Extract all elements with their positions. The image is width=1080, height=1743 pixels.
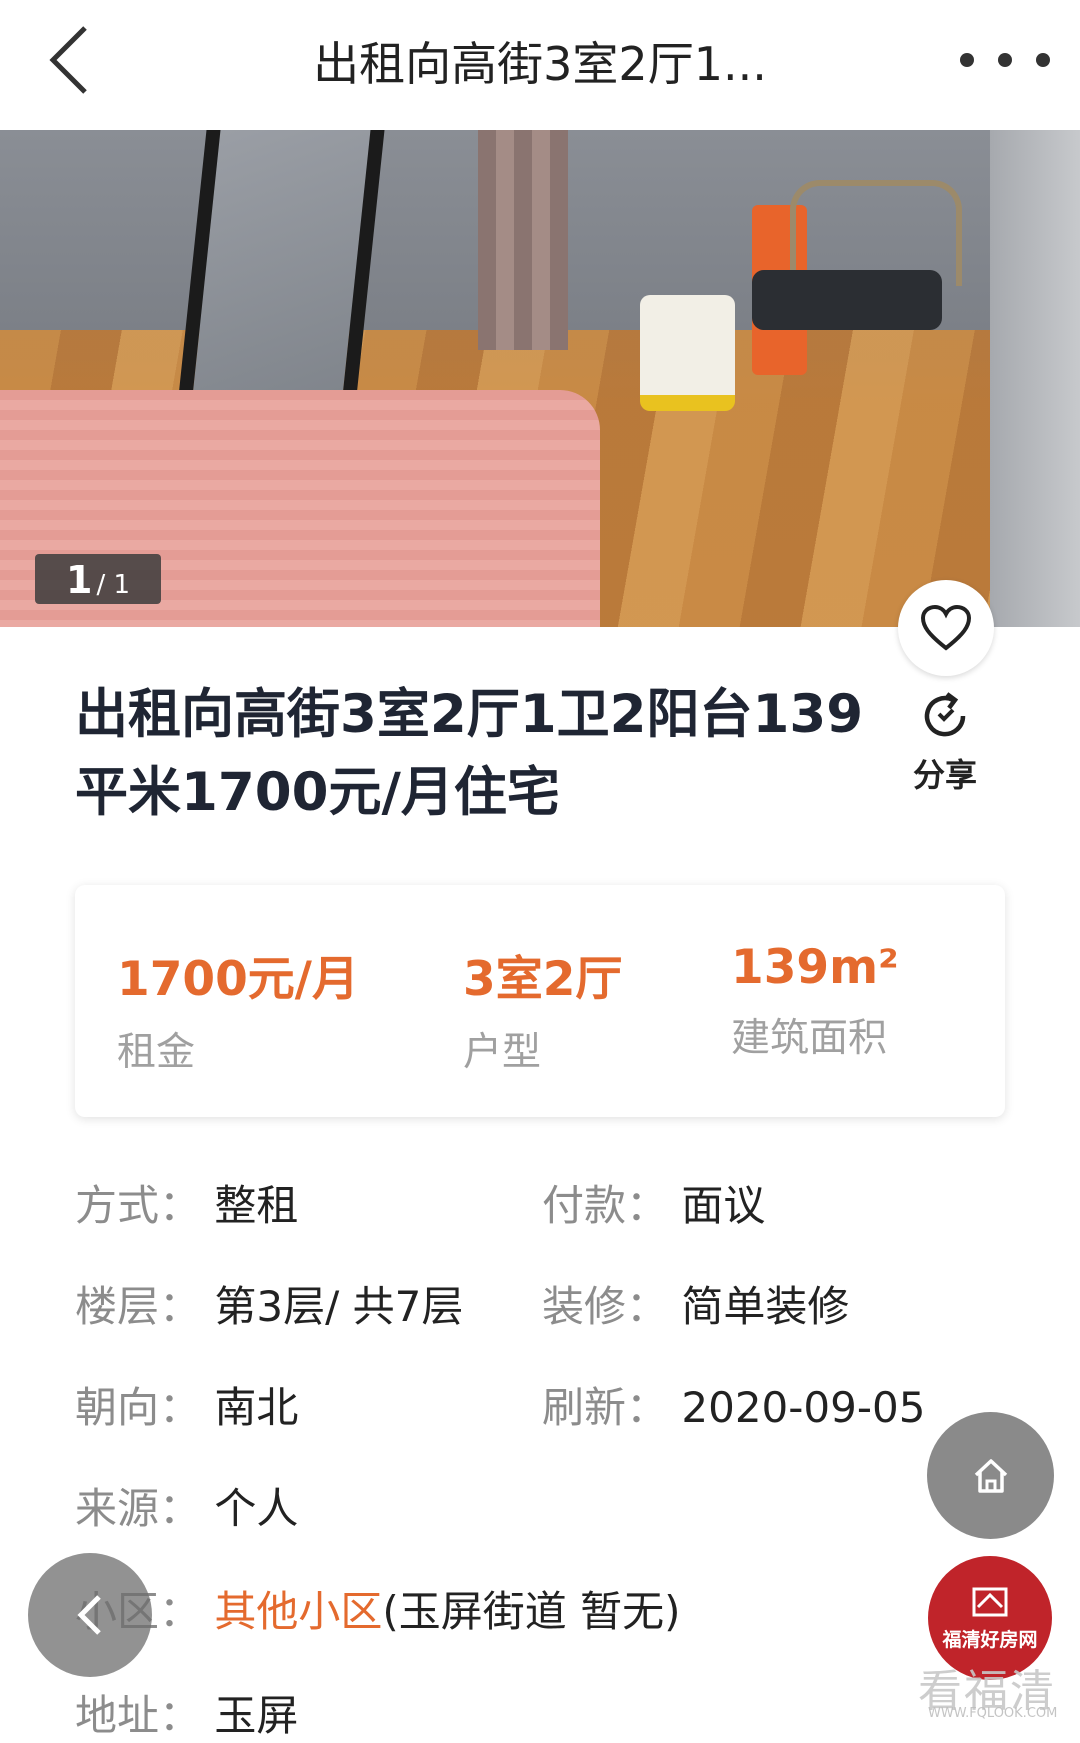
detail-floor: 楼层： 第3层/ 共7层 [75, 1282, 464, 1331]
detail-address: 地址： 玉屏 [75, 1691, 299, 1740]
area-stat: 139m² 建筑面积 [731, 940, 899, 1063]
detail-source: 来源： 个人 [75, 1484, 299, 1533]
heart-icon [920, 604, 972, 651]
rent-value: 1700元/月 [117, 952, 359, 1007]
summary-card: 1700元/月 租金 3室2厅 户型 139m² 建筑面积 [75, 885, 1005, 1117]
listing-title: 出租向高街3室2厅1卫2阳台139平米1700元/月住宅 [75, 684, 864, 823]
listing-photo[interactable]: 1 / 1 [0, 130, 1080, 627]
page-title: 出租向高街3室2厅1... [313, 37, 767, 91]
area-value: 139m² [731, 940, 899, 995]
layout-value: 3室2厅 [463, 952, 623, 1007]
watermark-url: WWW.FQLOOK.COM [928, 1706, 1058, 1721]
layout-label: 户型 [463, 1030, 542, 1075]
photo-counter: 1 / 1 [35, 554, 161, 604]
house-logo-icon [972, 1587, 1008, 1616]
community-link[interactable]: 其他小区 [214, 1587, 382, 1636]
detail-decoration: 装修： 简单装修 [542, 1282, 850, 1331]
chevron-left-icon [49, 26, 87, 94]
floating-back-button[interactable] [28, 1553, 152, 1677]
logo-text: 福清好房网 [942, 1628, 1038, 1651]
back-button[interactable] [30, 20, 110, 100]
layout-stat: 3室2厅 户型 [463, 940, 622, 1077]
detail-mode: 方式： 整租 [75, 1181, 299, 1230]
rent-stat: 1700元/月 租金 [117, 940, 359, 1077]
share-icon [924, 692, 966, 737]
chair-image [752, 270, 942, 330]
detail-orientation: 朝向： 南北 [75, 1383, 299, 1432]
top-bar: 出租向高街3室2厅1... [0, 0, 1080, 130]
rent-label: 租金 [117, 1030, 196, 1075]
favorite-button[interactable] [898, 580, 994, 676]
share-label: 分享 [912, 756, 977, 794]
detail-refresh: 刷新： 2020-09-05 [542, 1383, 926, 1432]
home-button[interactable] [927, 1412, 1054, 1539]
detail-community: 小区： 其他小区(玉屏街道 暂无) [75, 1587, 681, 1636]
more-options-button[interactable] [960, 40, 1050, 80]
more-dots-icon [960, 53, 974, 67]
home-icon [974, 1458, 1007, 1493]
share-button[interactable]: 分享 [900, 688, 990, 796]
area-label: 建筑面积 [731, 1016, 888, 1061]
detail-payment: 付款： 面议 [542, 1181, 766, 1230]
chevron-left-icon [77, 1595, 101, 1635]
